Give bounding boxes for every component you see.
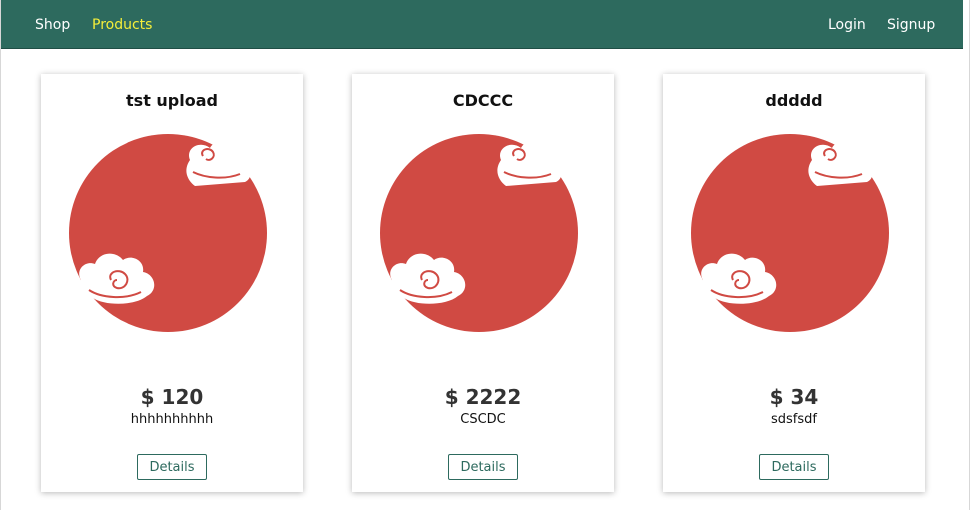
details-button[interactable]: Details <box>448 454 518 480</box>
nav-login-link[interactable]: Login <box>828 17 866 33</box>
product-price: $ 120 <box>140 385 204 409</box>
product-description: hhhhhhhhhh <box>130 412 214 427</box>
product-card: tst upload $ 120 hhhhhhhhhh Details <box>41 74 303 492</box>
product-title: ddddd <box>765 91 823 110</box>
details-button[interactable]: Details <box>759 454 829 480</box>
nav-products-link[interactable]: Products <box>92 17 152 33</box>
product-card: ddddd $ 34 sdsfsdf Details <box>663 74 925 492</box>
red-sun-cloud-image <box>69 134 267 332</box>
red-sun-cloud-image <box>380 134 578 332</box>
product-description: CSCDC <box>460 412 506 427</box>
nav-shop-link[interactable]: Shop <box>35 17 70 33</box>
product-price: $ 34 <box>769 385 819 409</box>
product-description: sdsfsdf <box>771 412 817 427</box>
details-button[interactable]: Details <box>137 454 207 480</box>
product-price: $ 2222 <box>444 385 522 409</box>
product-card: CDCCC $ 2222 CSCDC Details <box>352 74 614 492</box>
product-title: tst upload <box>126 91 218 110</box>
top-navbar: Shop Products Login Signup <box>1 0 963 49</box>
nav-signup-link[interactable]: Signup <box>887 17 935 33</box>
red-sun-cloud-image <box>691 134 889 332</box>
page-frame: Shop Products Login Signup tst upload $ … <box>0 0 970 510</box>
product-title: CDCCC <box>452 91 514 110</box>
